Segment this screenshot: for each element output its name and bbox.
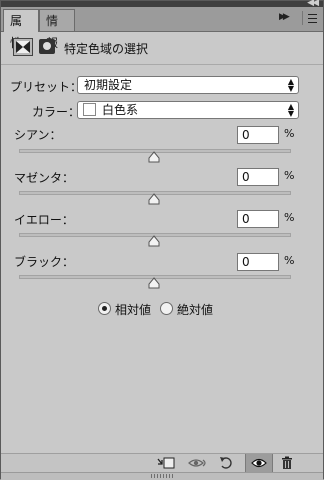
black-percent: %	[284, 254, 295, 267]
tab-bar: 属性 情報 ▶▶	[1, 7, 323, 50]
black-slider-thumb[interactable]	[148, 277, 160, 289]
visibility-toggle[interactable]	[245, 454, 273, 472]
cyan-percent: %	[284, 127, 295, 140]
trash-icon[interactable]	[281, 456, 293, 470]
adjustment-header: 特定色域の選択	[1, 32, 323, 65]
panel-menu-icon[interactable]	[302, 11, 319, 25]
color-swatch	[83, 103, 96, 116]
preset-value: 初期設定	[84, 78, 133, 92]
magenta-slider-thumb[interactable]	[148, 193, 160, 205]
black-input[interactable]: 0	[237, 253, 279, 271]
colors-value: 白色系	[102, 103, 139, 117]
absolute-radio[interactable]	[160, 302, 173, 315]
select-arrows-icon: ▲ ▼	[287, 77, 294, 93]
eye-icon	[251, 458, 267, 468]
reset-icon[interactable]	[219, 456, 233, 470]
preset-label: プリセット：	[10, 80, 83, 94]
yellow-percent: %	[284, 211, 295, 224]
yellow-slider-thumb[interactable]	[148, 235, 160, 247]
yellow-input[interactable]: 0	[237, 210, 279, 228]
colors-label: カラー：	[32, 105, 81, 119]
relative-radio[interactable]	[98, 302, 111, 315]
absolute-label[interactable]: 絶対値	[177, 301, 213, 318]
tab-controls: ▶▶	[277, 7, 323, 31]
colors-select[interactable]: 白色系 ▲ ▼	[77, 101, 299, 119]
yellow-label: イエロー：	[14, 213, 74, 227]
relative-label[interactable]: 相対値	[115, 301, 151, 318]
properties-panel: ◀◀ 属性 情報 ▶▶ 特定色域の選択 プリセット： 初期設定 ▲▼ カラー：	[0, 0, 324, 480]
tab-properties[interactable]: 属性	[3, 9, 39, 50]
magenta-label: マゼンタ：	[14, 171, 75, 185]
adjustment-title: 特定色域の選択	[64, 42, 149, 56]
black-label: ブラック：	[14, 255, 75, 269]
magenta-percent: %	[284, 169, 295, 182]
bottom-toolbar	[1, 453, 323, 472]
view-previous-state-icon[interactable]	[188, 457, 208, 470]
tab-info[interactable]: 情報	[39, 9, 75, 50]
magenta-input[interactable]: 0	[237, 168, 279, 186]
selective-color-adjustment-icon[interactable]	[13, 38, 33, 56]
cyan-slider-thumb[interactable]	[148, 151, 160, 163]
preset-select[interactable]: 初期設定 ▲ ▼	[77, 76, 299, 94]
expand-panels-icon[interactable]: ▶▶	[279, 12, 290, 22]
layer-mask-icon[interactable]	[39, 39, 55, 54]
select-arrows-icon: ▲ ▼	[287, 102, 294, 118]
clip-to-layer-icon[interactable]	[157, 457, 175, 470]
cyan-label: シアン：	[14, 128, 62, 142]
cyan-input[interactable]: 0	[237, 126, 279, 144]
